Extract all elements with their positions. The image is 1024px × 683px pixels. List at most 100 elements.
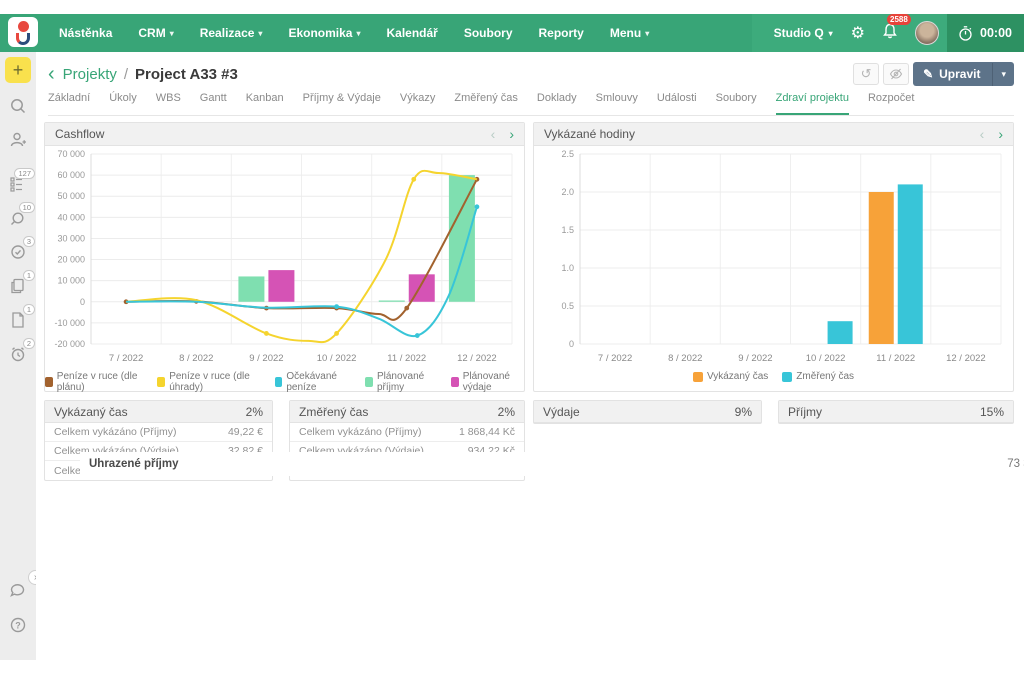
chart-next-button[interactable]: › xyxy=(998,127,1003,141)
history-icon: ↺ xyxy=(861,66,872,82)
sidebar-reminders-button[interactable]: 2 xyxy=(0,337,36,371)
stat-card-header: Vykázaný čas2% xyxy=(45,401,272,423)
stat-row: Uhrazené příjmy 73 326 Kč xyxy=(80,452,1024,476)
sidebar-search-button[interactable] xyxy=(0,89,36,123)
tab[interactable]: Události xyxy=(657,92,697,115)
tab[interactable]: Soubory xyxy=(716,92,757,115)
legend-item: Peníze v ruce (dle plánu) xyxy=(45,371,143,393)
nav-item[interactable]: Realizace▾ xyxy=(187,14,276,52)
gear-icon: ⚙ xyxy=(851,23,865,43)
stat-card: Příjmy15%Rozpočet na příjmy487 100 KčUhr… xyxy=(778,400,1014,424)
top-navigation-bar: NástěnkaCRM▾Realizace▾Ekonomika▾ Kalendář… xyxy=(0,14,1024,52)
sidebar-documents-button[interactable]: 1 xyxy=(0,269,36,303)
reminders-count-badge: 2 xyxy=(23,338,35,349)
edit-split-button[interactable]: ✎ Upravit ▾ xyxy=(913,62,1014,86)
chevron-down-icon: ▾ xyxy=(645,29,649,38)
time-tracker[interactable]: 00:00 xyxy=(947,14,1024,52)
chart-next-button[interactable]: › xyxy=(509,127,514,141)
nav-item[interactable]: Ekonomika▾ xyxy=(275,14,373,52)
nav-item[interactable]: Reporty xyxy=(526,14,597,52)
settings-button[interactable]: ⚙ xyxy=(843,23,873,43)
svg-text:0.5: 0.5 xyxy=(561,301,574,311)
legend-color-swatch xyxy=(275,377,283,387)
charts-row: Cashflow ‹ › 70 00060 00050 00040 00030 … xyxy=(44,122,1014,392)
nav-item[interactable]: CRM▾ xyxy=(125,14,186,52)
panel-title: Vykázané hodiny xyxy=(544,127,635,141)
tab[interactable]: Základní xyxy=(48,92,90,115)
sidebar-notes-button[interactable]: 1 xyxy=(0,303,36,337)
breadcrumb-projects-link[interactable]: Projekty xyxy=(63,66,117,83)
legend-item: Peníze v ruce (dle úhrady) xyxy=(157,371,260,393)
documents-count-badge: 1 xyxy=(23,270,35,281)
breadcrumb-separator: / xyxy=(124,66,128,83)
tab[interactable]: Úkoly xyxy=(109,92,137,115)
tab[interactable]: Příjmy & Výdaje xyxy=(303,92,381,115)
tab[interactable]: Smlouvy xyxy=(596,92,638,115)
chart-prev-button[interactable]: ‹ xyxy=(491,127,496,141)
svg-text:?: ? xyxy=(15,620,21,630)
sidebar-divider xyxy=(0,157,36,167)
cashflow-legend: Peníze v ruce (dle plánu) Peníze v ruce (… xyxy=(45,371,524,393)
stat-row-value: 73 326 Kč xyxy=(1007,458,1024,470)
legend-label: Očekávané peníze xyxy=(286,371,351,393)
panel-title: Cashflow xyxy=(55,127,104,141)
stat-card-title: Příjmy xyxy=(788,405,822,419)
topbar-right-cluster: Studio Q ▾ ⚙ 2588 xyxy=(752,14,1024,52)
stat-row-label: Uhrazené příjmy xyxy=(89,458,178,470)
sidebar-tasks-button[interactable]: 127 xyxy=(0,167,36,201)
stat-card-percent: 9% xyxy=(735,405,752,419)
tab[interactable]: Změřený čas xyxy=(454,92,518,115)
stat-subrow-value: 49,22 € xyxy=(228,426,263,438)
stat-subrow-label: Celkem vykázáno (Příjmy) xyxy=(299,426,422,438)
tab[interactable]: WBS xyxy=(156,92,181,115)
question-icon: ? xyxy=(8,615,28,635)
stopwatch-icon xyxy=(957,25,974,42)
app-logo[interactable] xyxy=(8,17,38,47)
tab[interactable]: Kanban xyxy=(246,92,284,115)
tab[interactable]: Rozpočet xyxy=(868,92,914,115)
svg-text:30 000: 30 000 xyxy=(57,233,85,243)
nav-item[interactable]: Menu▾ xyxy=(597,14,662,52)
stat-card-title: Změřený čas xyxy=(299,405,368,419)
back-button[interactable]: ‹ xyxy=(48,64,55,84)
chart-prev-button[interactable]: ‹ xyxy=(980,127,985,141)
svg-text:9 / 2022: 9 / 2022 xyxy=(738,353,772,364)
page-actions: ↺ ✎ Upravit ▾ xyxy=(853,62,1014,86)
avatar[interactable] xyxy=(915,21,939,45)
edit-dropdown-button[interactable]: ▾ xyxy=(992,63,1014,86)
svg-text:7 / 2022: 7 / 2022 xyxy=(109,353,143,364)
svg-text:40 000: 40 000 xyxy=(57,212,85,222)
tab[interactable]: Výkazy xyxy=(400,92,435,115)
nav-item[interactable]: Kalendář xyxy=(373,14,450,52)
logo-icon xyxy=(18,21,29,32)
svg-text:2.5: 2.5 xyxy=(561,149,574,159)
svg-text:8 / 2022: 8 / 2022 xyxy=(179,353,213,364)
tab[interactable]: Gantt xyxy=(200,92,227,115)
workspace-switcher[interactable]: Studio Q ▾ xyxy=(764,26,843,40)
sidebar-time-approval-button[interactable]: 3 xyxy=(0,235,36,269)
pencil-icon: ✎ xyxy=(923,67,933,81)
sidebar-add-contact-button[interactable] xyxy=(0,123,36,157)
tab[interactable]: Zdraví projektu xyxy=(776,92,849,115)
watch-button[interactable] xyxy=(883,63,909,85)
svg-text:0: 0 xyxy=(80,297,85,307)
legend-label: Plánované příjmy xyxy=(377,371,437,393)
tab[interactable]: Doklady xyxy=(537,92,577,115)
nav-item[interactable]: Soubory xyxy=(451,14,526,52)
sidebar-saved-search-button[interactable]: 10 xyxy=(0,201,36,235)
history-button[interactable]: ↺ xyxy=(853,63,879,85)
help-button[interactable]: ? xyxy=(0,608,36,642)
legend-color-swatch xyxy=(451,377,459,387)
svg-text:9 / 2022: 9 / 2022 xyxy=(249,353,283,364)
stat-card-header: Změřený čas2% xyxy=(290,401,524,423)
hours-panel: Vykázané hodiny ‹ › 2.52.01.51.00.507 / … xyxy=(533,122,1014,392)
nav-item-label: Kalendář xyxy=(386,26,437,40)
notifications-button[interactable]: 2588 xyxy=(873,22,907,45)
legend-color-swatch xyxy=(157,377,165,387)
nav-item[interactable]: Nástěnka xyxy=(46,14,125,52)
svg-text:-10 000: -10 000 xyxy=(54,318,85,328)
svg-text:10 / 2022: 10 / 2022 xyxy=(317,353,357,364)
add-button[interactable]: + xyxy=(5,57,31,83)
chevron-down-icon: ▾ xyxy=(258,29,262,38)
legend-color-swatch xyxy=(693,372,703,382)
